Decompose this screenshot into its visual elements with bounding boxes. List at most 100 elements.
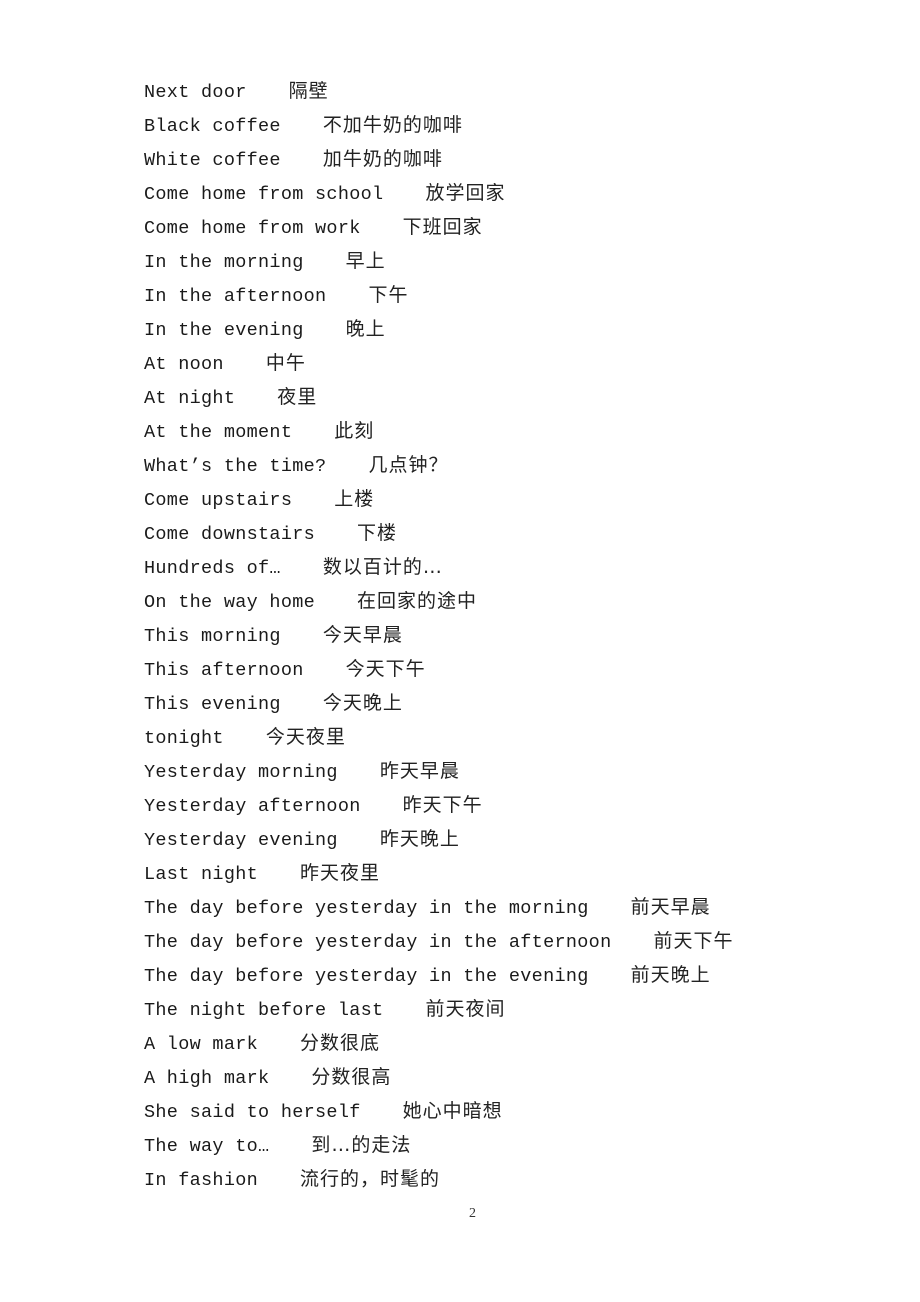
english-phrase: A high mark: [144, 1068, 270, 1089]
chinese-translation: 分数很底: [300, 1032, 381, 1054]
chinese-translation: 下楼: [357, 522, 398, 544]
phrase-entry: Last night 昨天夜里: [144, 858, 734, 892]
phrase-entry: At night 夜里: [144, 382, 734, 416]
phrase-list: Next door 隔壁 Black coffee 不加牛奶的咖啡 White co…: [144, 76, 734, 1198]
chinese-translation: 前天下午: [653, 930, 734, 952]
chinese-translation: 今天夜里: [265, 726, 346, 748]
english-phrase: The day before yesterday in the morning: [144, 898, 589, 919]
phrase-entry: In the evening 晚上: [144, 314, 734, 348]
english-phrase: A low mark: [144, 1034, 259, 1055]
english-phrase: Yesterday morning: [144, 762, 338, 783]
english-phrase: Hundreds of…: [144, 558, 281, 579]
phrase-entry: On the way home 在回家的途中: [144, 586, 734, 620]
english-phrase: This morning: [144, 626, 281, 647]
english-phrase: tonight: [144, 728, 224, 749]
phrase-entry: Yesterday evening 昨天晚上: [144, 824, 734, 858]
chinese-translation: 前天夜间: [425, 998, 506, 1020]
chinese-translation: 昨天夜里: [300, 862, 381, 884]
english-phrase: At noon: [144, 354, 224, 375]
chinese-translation: 数以百计的…: [322, 556, 443, 578]
chinese-translation: 今天下午: [345, 658, 426, 680]
phrase-entry: At noon 中午: [144, 348, 734, 382]
chinese-translation: 昨天早晨: [379, 760, 460, 782]
chinese-translation: 晚上: [345, 318, 386, 340]
english-phrase: Black coffee: [144, 116, 281, 137]
phrase-entry: What’s the time? 几点钟？: [144, 450, 734, 484]
chinese-translation: 此刻: [334, 420, 375, 442]
chinese-translation: 下午: [368, 284, 409, 306]
phrase-entry: This morning 今天早晨: [144, 620, 734, 654]
phrase-entry: This afternoon 今天下午: [144, 654, 734, 688]
phrase-entry: The day before yesterday in the morning 前…: [144, 892, 734, 926]
english-phrase: Yesterday evening: [144, 830, 338, 851]
english-phrase: Last night: [144, 864, 259, 885]
phrase-entry: A high mark 分数很高: [144, 1062, 734, 1096]
chinese-translation: 流行的，时髦的: [300, 1168, 441, 1190]
chinese-translation: 她心中暗想: [402, 1100, 503, 1122]
english-phrase: The day before yesterday in the afternoo…: [144, 932, 612, 953]
english-phrase: White coffee: [144, 150, 281, 171]
english-phrase: Come upstairs: [144, 490, 293, 511]
chinese-translation: 夜里: [277, 386, 318, 408]
chinese-translation: 到…的走法: [311, 1134, 412, 1156]
english-phrase: In the evening: [144, 320, 304, 341]
phrase-entry: A low mark 分数很底: [144, 1028, 734, 1062]
phrase-entry: The day before yesterday in the evening 前…: [144, 960, 734, 994]
page-number: 2: [469, 1206, 476, 1221]
chinese-translation: 前天晚上: [630, 964, 711, 986]
phrase-entry: This evening 今天晚上: [144, 688, 734, 722]
chinese-translation: 今天晚上: [322, 692, 403, 714]
english-phrase: What’s the time?: [144, 456, 327, 477]
english-phrase: Come downstairs: [144, 524, 316, 545]
english-phrase: She said to herself: [144, 1102, 361, 1123]
chinese-translation: 在回家的途中: [357, 590, 478, 612]
english-phrase: On the way home: [144, 592, 316, 613]
phrase-entry: Come home from work 下班回家: [144, 212, 734, 246]
phrase-entry: Come upstairs 上楼: [144, 484, 734, 518]
phrase-entry: Yesterday morning 昨天早晨: [144, 756, 734, 790]
chinese-translation: 上楼: [334, 488, 375, 510]
english-phrase: The night before last: [144, 1000, 384, 1021]
chinese-translation: 中午: [265, 352, 306, 374]
phrase-entry: Come home from school 放学回家: [144, 178, 734, 212]
phrase-entry: She said to herself 她心中暗想: [144, 1096, 734, 1130]
english-phrase: At night: [144, 388, 236, 409]
chinese-translation: 下班回家: [402, 216, 483, 238]
english-phrase: Come home from work: [144, 218, 361, 239]
english-phrase: Yesterday afternoon: [144, 796, 361, 817]
english-phrase: In the afternoon: [144, 286, 327, 307]
english-phrase: This evening: [144, 694, 281, 715]
phrase-entry: Yesterday afternoon 昨天下午: [144, 790, 734, 824]
chinese-translation: 隔壁: [288, 80, 329, 102]
english-phrase: The day before yesterday in the evening: [144, 966, 589, 987]
english-phrase: This afternoon: [144, 660, 304, 681]
chinese-translation: 放学回家: [425, 182, 506, 204]
phrase-entry: In the morning 早上: [144, 246, 734, 280]
chinese-translation: 分数很高: [311, 1066, 392, 1088]
phrase-entry: The night before last 前天夜间: [144, 994, 734, 1028]
phrase-entry: In fashion 流行的，时髦的: [144, 1164, 734, 1198]
chinese-translation: 早上: [345, 250, 386, 272]
phrase-entry: Next door 隔壁: [144, 76, 734, 110]
phrase-entry: Come downstairs 下楼: [144, 518, 734, 552]
chinese-translation: 今天早晨: [322, 624, 403, 646]
document-page: Next door 隔壁 Black coffee 不加牛奶的咖啡 White co…: [0, 0, 920, 1302]
english-phrase: At the moment: [144, 422, 293, 443]
chinese-translation: 前天早晨: [630, 896, 711, 918]
english-phrase: Come home from school: [144, 184, 384, 205]
english-phrase: In the morning: [144, 252, 304, 273]
phrase-entry: tonight 今天夜里: [144, 722, 734, 756]
phrase-entry: At the moment 此刻: [144, 416, 734, 450]
english-phrase: The way to…: [144, 1136, 270, 1157]
phrase-entry: In the afternoon 下午: [144, 280, 734, 314]
phrase-entry: The day before yesterday in the afternoo…: [144, 926, 734, 960]
phrase-entry: The way to… 到…的走法: [144, 1130, 734, 1164]
chinese-translation: 不加牛奶的咖啡: [322, 114, 463, 136]
chinese-translation: 几点钟？: [368, 454, 449, 476]
chinese-translation: 加牛奶的咖啡: [322, 148, 443, 170]
phrase-entry: Black coffee 不加牛奶的咖啡: [144, 110, 734, 144]
english-phrase: In fashion: [144, 1170, 259, 1191]
chinese-translation: 昨天晚上: [379, 828, 460, 850]
english-phrase: Next door: [144, 82, 247, 103]
phrase-entry: Hundreds of… 数以百计的…: [144, 552, 734, 586]
